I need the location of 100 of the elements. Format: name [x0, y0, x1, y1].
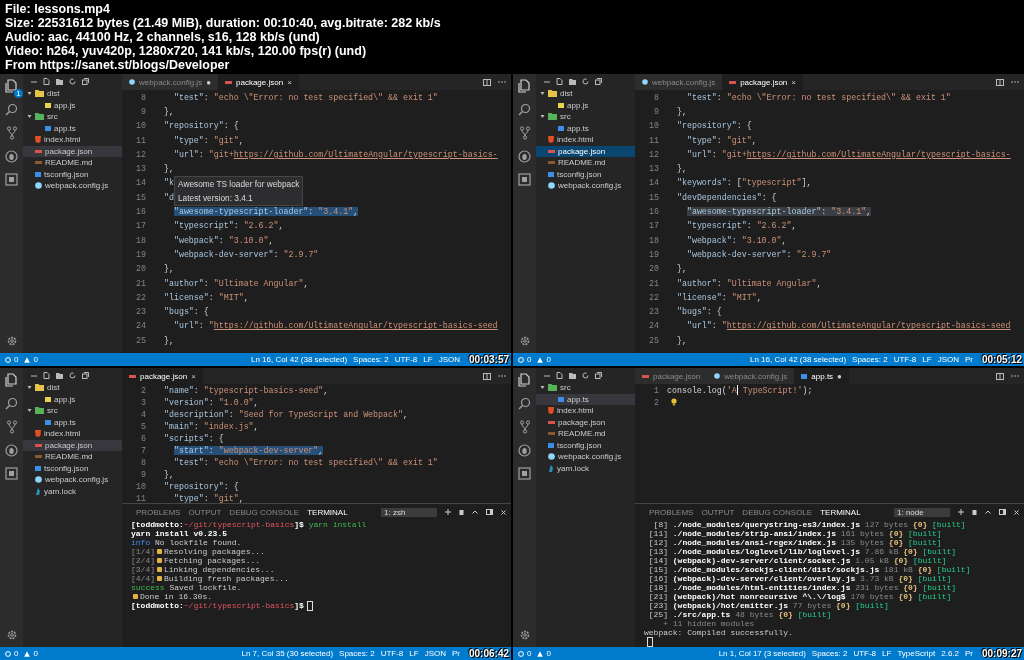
search-icon[interactable]	[518, 103, 531, 116]
file-item[interactable]: src	[536, 382, 635, 394]
split-panel-icon[interactable]	[486, 509, 493, 515]
warning-icon[interactable]	[537, 356, 544, 363]
file-item[interactable]: tsconfig.json	[23, 462, 122, 474]
new-file-icon[interactable]	[43, 77, 50, 85]
panel-tab[interactable]: OUTPUT	[701, 507, 735, 517]
error-icon[interactable]	[518, 356, 524, 363]
extensions-icon[interactable]	[518, 467, 531, 480]
tab-label[interactable]: package.json	[236, 77, 284, 87]
new-file-icon[interactable]	[43, 371, 50, 379]
status-item[interactable]: TypeScript	[897, 649, 936, 658]
close-icon[interactable]	[501, 509, 506, 515]
error-count[interactable]: 0	[14, 649, 19, 658]
source-control-icon[interactable]	[518, 420, 531, 434]
split-editor-icon[interactable]	[996, 78, 1004, 86]
files-icon[interactable]	[5, 79, 18, 93]
extensions-icon[interactable]	[5, 173, 18, 186]
warning-count[interactable]: 0	[33, 649, 38, 658]
file-item[interactable]: src	[23, 111, 122, 123]
status-item[interactable]: JSON	[438, 355, 460, 364]
chevron-up-icon[interactable]	[472, 510, 478, 514]
link[interactable]: https://github.com/UltimateAngular/typescript-basics-seed	[726, 321, 1011, 331]
status-item[interactable]: Pr	[965, 355, 973, 364]
new-file-icon[interactable]	[556, 371, 563, 379]
files-icon[interactable]	[518, 79, 531, 93]
error-icon[interactable]	[5, 356, 11, 363]
new-folder-icon[interactable]	[569, 371, 576, 379]
status-item[interactable]: Ln 7, Col 35 (30 selected)	[241, 649, 334, 658]
editor-tab[interactable]: webpack.config.js	[635, 74, 723, 90]
status-item[interactable]: JSON	[424, 649, 446, 658]
status-item[interactable]: LF	[409, 649, 419, 658]
file-item[interactable]: README.md	[536, 157, 635, 169]
refresh-icon[interactable]	[69, 371, 76, 379]
file-item[interactable]: app.ts	[536, 122, 635, 134]
warning-count[interactable]: 0	[546, 355, 551, 364]
warning-icon[interactable]	[537, 650, 544, 657]
tab-close-button[interactable]: ●	[206, 77, 211, 87]
split-editor-icon[interactable]	[483, 372, 491, 380]
debug-icon[interactable]	[518, 150, 531, 163]
warning-count[interactable]: 0	[546, 649, 551, 658]
status-item[interactable]: UTF-8	[893, 355, 917, 364]
editor-tab[interactable]: package.json ×	[722, 74, 803, 90]
new-folder-icon[interactable]	[56, 77, 63, 85]
error-count[interactable]: 0	[527, 649, 532, 658]
tab-close-button[interactable]: ●	[837, 371, 842, 381]
editor-tab[interactable]: app.ts ●	[794, 368, 849, 384]
new-folder-icon[interactable]	[569, 77, 576, 85]
source-control-icon[interactable]	[5, 420, 18, 434]
settings-icon[interactable]	[518, 629, 531, 641]
link[interactable]: https://github.com/UltimateAngular/typescript-basics-	[233, 149, 498, 159]
error-count[interactable]: 0	[527, 355, 532, 364]
trash-icon[interactable]	[459, 509, 464, 515]
file-item[interactable]: webpack.config.js	[536, 180, 635, 192]
file-item[interactable]: package.json	[536, 416, 635, 428]
expand-arrow-icon[interactable]	[27, 385, 32, 391]
files-icon[interactable]	[5, 373, 18, 387]
expand-arrow-icon[interactable]	[27, 408, 32, 414]
collapse-all-icon[interactable]	[595, 77, 602, 85]
error-icon[interactable]	[518, 650, 524, 657]
file-item[interactable]: README.md	[23, 451, 122, 463]
status-item[interactable]: Pr	[965, 649, 973, 658]
file-item[interactable]: src	[23, 405, 122, 417]
search-icon[interactable]	[5, 103, 18, 116]
expand-arrow-icon[interactable]	[540, 385, 545, 391]
status-item[interactable]: Spaces: 2	[353, 355, 389, 364]
lightbulb-icon[interactable]	[671, 398, 677, 407]
refresh-icon[interactable]	[69, 77, 76, 85]
expand-arrow-icon[interactable]	[27, 114, 32, 120]
panel-tab[interactable]: TERMINAL	[307, 507, 348, 517]
file-item[interactable]: dist	[23, 88, 122, 100]
source-control-icon[interactable]	[518, 126, 531, 140]
file-item[interactable]: README.md	[536, 428, 635, 440]
expand-arrow-icon[interactable]	[27, 91, 32, 97]
terminal-select[interactable]: 1: node	[894, 507, 950, 517]
status-item[interactable]: UTF-8	[394, 355, 418, 364]
file-item[interactable]: webpack.config.js	[536, 451, 635, 463]
new-folder-icon[interactable]	[56, 371, 63, 379]
warning-count[interactable]: 0	[33, 355, 38, 364]
status-item[interactable]: JSON	[937, 355, 959, 364]
status-item[interactable]: LF	[423, 355, 433, 364]
tab-label[interactable]: package.json	[140, 371, 188, 381]
file-item[interactable]: README.md	[23, 157, 122, 169]
status-item[interactable]: Spaces: 2	[852, 355, 888, 364]
file-item[interactable]: yarn.lock	[536, 462, 635, 474]
file-item[interactable]: app.js	[23, 393, 122, 405]
file-item[interactable]: dist	[536, 88, 635, 100]
debug-icon[interactable]	[5, 150, 18, 163]
file-item[interactable]: app.ts	[23, 416, 122, 428]
link[interactable]: https://github.com/UltimateAngular/typescript-basics-seed	[213, 321, 498, 331]
file-item[interactable]: index.html	[536, 405, 635, 417]
terminal-select[interactable]: 1: zsh	[381, 507, 437, 517]
file-item[interactable]: app.ts	[536, 393, 635, 405]
refresh-icon[interactable]	[582, 77, 589, 85]
editor-tab[interactable]: package.json ×	[122, 368, 203, 384]
file-item[interactable]: webpack.config.js	[23, 474, 122, 486]
link[interactable]: https://github.com/UltimateAngular/typescript-basics-	[746, 149, 1011, 159]
tab-label[interactable]: webpack.config.js	[724, 371, 788, 381]
tab-label[interactable]: package.json	[653, 371, 701, 381]
chevron-up-icon[interactable]	[985, 510, 991, 514]
